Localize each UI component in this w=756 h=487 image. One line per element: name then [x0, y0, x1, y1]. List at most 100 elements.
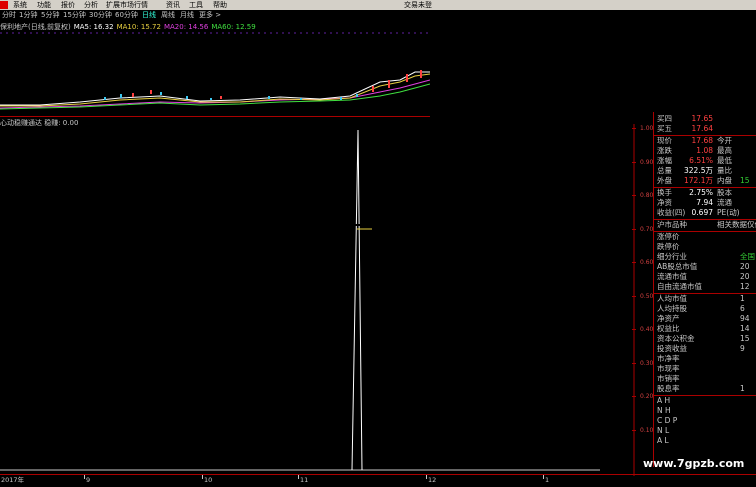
tab-period-1min[interactable]: 1分钟 — [19, 10, 37, 21]
indicator-chart[interactable] — [0, 124, 640, 476]
y-tick-mark — [632, 430, 636, 431]
quote-label-secondary: 股本 — [717, 188, 732, 197]
x-tick-mark — [426, 475, 427, 479]
menu-item-quote[interactable]: 报价 — [61, 0, 75, 10]
quote-value: 6.51% — [689, 156, 713, 165]
tab-period-timeshare[interactable]: 分时 — [2, 10, 16, 21]
trade-login-status[interactable]: 交易未登 — [404, 0, 432, 10]
tab-period-5min[interactable]: 5分钟 — [41, 10, 59, 21]
y-tick-label: 1.00 — [640, 125, 654, 132]
quote-label: 净资产 — [657, 314, 680, 323]
quote-label: N H — [657, 406, 671, 415]
tab-period-monthly[interactable]: 月线 — [180, 10, 194, 21]
quote-label-secondary: 最低 — [717, 156, 732, 165]
quote-row: N H — [657, 406, 756, 416]
quote-label: 涨停价 — [657, 232, 680, 241]
y-tick-label: 0.90 — [640, 158, 654, 166]
quote-row: 收益(四) 0.697 PE(动) — [657, 208, 756, 218]
quote-row: AB股总市值 20 — [657, 262, 756, 272]
chart-divider — [0, 116, 430, 117]
y-tick-label: 0.20 — [640, 393, 654, 401]
quote-label: AB股总市值 — [657, 262, 698, 271]
quote-label-secondary: 相关数据仅供参 — [717, 220, 756, 229]
x-tick-mark — [202, 475, 203, 479]
quote-label-secondary: 今开 — [717, 136, 732, 145]
quote-row: 人均持股 6 — [657, 304, 756, 314]
menu-item-analysis[interactable]: 分析 — [84, 0, 98, 10]
quote-label: 市现率 — [657, 364, 680, 373]
watermark: www.7gpzb.com — [643, 457, 745, 470]
quote-row: 市销率 — [657, 374, 756, 384]
quote-row: A H — [657, 396, 756, 406]
quote-value-secondary: 9 — [740, 344, 745, 353]
quote-label-secondary: 内盘 — [717, 176, 732, 185]
quote-row: 自由流通市值 12 — [657, 282, 756, 292]
tab-period-daily[interactable]: 日线 — [142, 10, 156, 21]
y-tick-label: 0.70 — [640, 225, 654, 233]
menu-item-help[interactable]: 帮助 — [213, 0, 227, 10]
tab-period-more[interactable]: 更多 > — [199, 10, 221, 21]
quote-value-secondary: 20 — [740, 272, 750, 281]
quote-value: 2.75% — [689, 188, 713, 197]
quote-row: 细分行业 全国 — [657, 252, 756, 262]
y-tick-mark — [632, 295, 636, 297]
menu-item-ext-market[interactable]: 扩展市场行情 — [106, 0, 148, 10]
y-tick-mark — [632, 228, 636, 230]
quote-value: 7.94 — [696, 198, 713, 207]
quote-label: A L — [657, 436, 669, 445]
menu-item-system[interactable]: 系统 — [13, 0, 27, 10]
y-tick-mark — [632, 161, 636, 163]
quote-row: C D P — [657, 416, 756, 426]
indicator-spike — [351, 129, 363, 471]
quote-row: 买五 17.64 — [657, 124, 756, 134]
tab-period-weekly[interactable]: 周线 — [161, 10, 175, 21]
quote-label: N L — [657, 426, 670, 435]
quote-row: 市净率 — [657, 354, 756, 364]
quote-value: 17.65 — [691, 114, 713, 123]
quote-row: 资本公积金 15 — [657, 334, 756, 344]
quote-row: 跌停价 — [657, 242, 756, 252]
quote-value: 172.1万 — [684, 176, 713, 185]
quote-label: 资本公积金 — [657, 334, 695, 343]
quote-label: 市销率 — [657, 374, 680, 383]
quote-value: 0.697 — [691, 208, 713, 217]
quote-value-secondary: 全国 — [740, 252, 755, 261]
quote-label-secondary: 量比 — [717, 166, 732, 175]
menu-item-news[interactable]: 资讯 — [166, 0, 180, 10]
quote-label-secondary: 最高 — [717, 146, 732, 155]
quote-row: 流通市值 20 — [657, 272, 756, 282]
quote-row: 沪市品种 相关数据仅供参 — [657, 220, 756, 230]
menu-bar: 系统 功能 报价 分析 扩展市场行情 资讯 工具 帮助 交易未登 — [0, 0, 756, 10]
quote-label: 人均持股 — [657, 304, 687, 313]
tab-period-30min[interactable]: 30分钟 — [89, 10, 112, 21]
x-tick-mark — [84, 475, 85, 479]
quote-row: 涨跌 1.08 最高 — [657, 146, 756, 156]
y-tick-label: 0.30 — [640, 359, 654, 367]
kline-chart[interactable] — [0, 30, 430, 114]
quote-label-secondary: 流通 — [717, 198, 732, 207]
y-tick-mark — [632, 195, 636, 197]
y-tick-label: 0.10 — [640, 427, 654, 434]
tab-period-15min[interactable]: 15分钟 — [63, 10, 86, 21]
quote-row: 换手 2.75% 股本 — [657, 188, 756, 198]
quote-label: C D P — [657, 416, 678, 425]
x-tick-label: 2017年 — [1, 476, 25, 484]
quote-row: 现价 17.68 今开 — [657, 136, 756, 146]
quote-row: 外盘 172.1万 内盘 15 — [657, 176, 756, 186]
quote-value-secondary: 20 — [740, 262, 750, 271]
quote-row: 人均市值 1 — [657, 294, 756, 304]
spike-gap — [354, 224, 362, 226]
x-tick-label: 12 — [428, 476, 437, 484]
x-tick-mark — [298, 475, 299, 479]
quote-value-secondary: 14 — [740, 324, 750, 333]
quote-label: 沪市品种 — [657, 220, 687, 229]
quote-panel: 买四 17.65 买五 17.64 现价 17.68 今开 涨跌 1.08 最高 涨幅 6.51% 最低… — [653, 112, 756, 467]
menu-item-tools[interactable]: 工具 — [189, 0, 203, 10]
quote-value: 17.64 — [691, 124, 713, 133]
quote-label: 投资收益 — [657, 344, 687, 353]
tab-period-60min[interactable]: 60分钟 — [115, 10, 138, 21]
y-tick-label: 0.40 — [640, 326, 654, 334]
menu-item-function[interactable]: 功能 — [37, 0, 51, 10]
x-tick-label: 10 — [204, 476, 213, 484]
quote-label: 买五 — [657, 124, 672, 133]
